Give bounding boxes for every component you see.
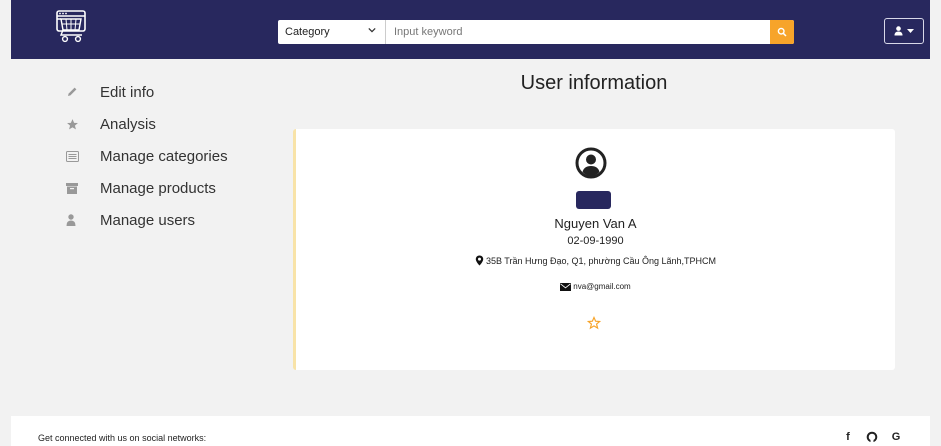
user-info-card: Nguyen Van A 02-09-1990 35B Trần Hưng Đạ… bbox=[293, 129, 895, 370]
sidebar-item-label: Analysis bbox=[100, 115, 156, 133]
user-circle-icon bbox=[575, 147, 607, 179]
sidebar-item-manage-products[interactable]: Manage products bbox=[60, 172, 280, 204]
search-icon bbox=[777, 27, 787, 37]
footer: Get connected with us on social networks… bbox=[11, 416, 930, 446]
user-email: nva@gmail.com bbox=[573, 282, 631, 291]
sidebar-item-label: Manage users bbox=[100, 211, 196, 229]
sidebar-item-label: Manage products bbox=[100, 179, 216, 197]
footer-text: Get connected with us on social networks… bbox=[38, 433, 207, 443]
user-dob: 02-09-1990 bbox=[567, 235, 624, 247]
favorite-star-icon[interactable] bbox=[586, 315, 602, 330]
sidebar: Edit info Analysis Manage categories Man… bbox=[60, 76, 280, 236]
sidebar-item-label: Manage categories bbox=[100, 147, 228, 165]
top-navbar: Category bbox=[11, 0, 930, 59]
facebook-icon[interactable]: f bbox=[841, 431, 855, 443]
user-address: 35B Trần Hưng Đạo, Q1, phường Cầu Ông Lã… bbox=[485, 255, 717, 266]
search-button[interactable] bbox=[770, 20, 794, 44]
sidebar-item-manage-users[interactable]: Manage users bbox=[60, 204, 280, 236]
google-icon[interactable]: G bbox=[889, 431, 903, 443]
user-email-row: nva@gmail.com bbox=[296, 282, 895, 291]
list-icon bbox=[60, 148, 86, 164]
github-icon[interactable] bbox=[866, 431, 878, 443]
role-badge bbox=[576, 191, 611, 209]
sidebar-item-manage-categories[interactable]: Manage categories bbox=[60, 140, 280, 172]
user-address-row: 35B Trần Hưng Đạo, Q1, phường Cầu Ông Lã… bbox=[296, 255, 895, 266]
user-menu-button[interactable] bbox=[884, 18, 924, 44]
user-icon bbox=[894, 26, 903, 36]
search-input[interactable] bbox=[386, 20, 770, 44]
user-icon bbox=[60, 212, 86, 228]
category-select[interactable]: Category bbox=[278, 20, 386, 44]
chevron-down-icon bbox=[368, 27, 376, 33]
shop-cart-logo-icon[interactable] bbox=[54, 8, 90, 44]
page-title: User information bbox=[520, 72, 668, 94]
category-select-value: Category bbox=[285, 26, 330, 38]
envelope-icon bbox=[560, 282, 572, 291]
sidebar-item-label: Edit info bbox=[100, 83, 155, 101]
pencil-icon bbox=[60, 84, 86, 100]
caret-down-icon bbox=[907, 28, 914, 33]
social-links: f G bbox=[841, 431, 903, 443]
sidebar-item-edit-info[interactable]: Edit info bbox=[60, 76, 280, 108]
star-icon bbox=[60, 116, 86, 132]
sidebar-item-analysis[interactable]: Analysis bbox=[60, 108, 280, 140]
map-marker-icon bbox=[475, 255, 484, 266]
user-name: Nguyen Van A bbox=[554, 216, 637, 231]
search-bar: Category bbox=[278, 20, 794, 44]
archive-icon bbox=[60, 180, 86, 196]
